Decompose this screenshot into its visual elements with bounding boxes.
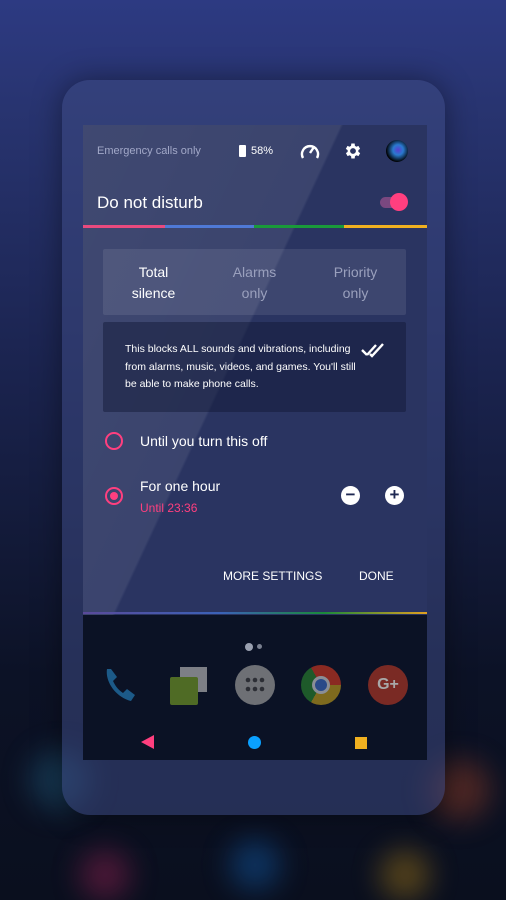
battery-percent: 58% [251,145,274,157]
avatar[interactable] [386,140,408,162]
panel-bottom-bar [83,612,427,614]
gear-icon[interactable] [343,141,363,161]
page-indicator [257,644,262,649]
dnd-panel: Emergency calls only 58% Do not disturb … [83,125,427,615]
back-button[interactable] [141,734,155,750]
radio-until-off[interactable] [105,432,123,450]
app-drawer-icon[interactable] [235,665,275,705]
recents-button[interactable] [355,737,367,749]
battery-icon [239,145,246,157]
speedometer-icon[interactable] [299,141,321,161]
messenger-icon[interactable] [170,667,210,707]
option-until-off-label[interactable]: Until you turn this off [140,433,267,449]
mode-priority-only[interactable]: Priority only [305,249,406,315]
decrease-button[interactable]: − [341,486,360,505]
status-text: Emergency calls only [97,145,201,157]
increase-button[interactable]: + [385,486,404,505]
mode-total-silence[interactable]: Total silence [103,249,204,315]
mode-selector: Total silence Alarms only Priority only [103,249,406,315]
chrome-icon[interactable] [301,665,341,705]
dnd-title: Do not disturb [97,193,203,212]
battery-indicator: 58% [239,145,273,157]
mode-alarms-only[interactable]: Alarms only [204,249,305,315]
description-text: This blocks ALL sounds and vibrations, i… [125,343,356,390]
home-button[interactable] [248,736,261,749]
phone-icon[interactable] [101,665,141,705]
option-one-hour-label[interactable]: For one hour [140,478,220,494]
option-one-hour-sublabel: Until 23:36 [140,501,198,515]
phone-screen: Emergency calls only 58% Do not disturb … [83,125,427,760]
mode-description: This blocks ALL sounds and vibrations, i… [103,322,406,412]
more-settings-button[interactable]: MORE SETTINGS [223,569,322,583]
google-plus-icon[interactable]: G+ [368,665,408,705]
radio-one-hour[interactable] [105,487,123,505]
dnd-toggle[interactable] [380,193,410,211]
page-indicator-active [245,643,253,651]
double-check-icon [361,343,384,358]
done-button[interactable]: DONE [359,569,394,583]
color-bar [83,225,427,228]
